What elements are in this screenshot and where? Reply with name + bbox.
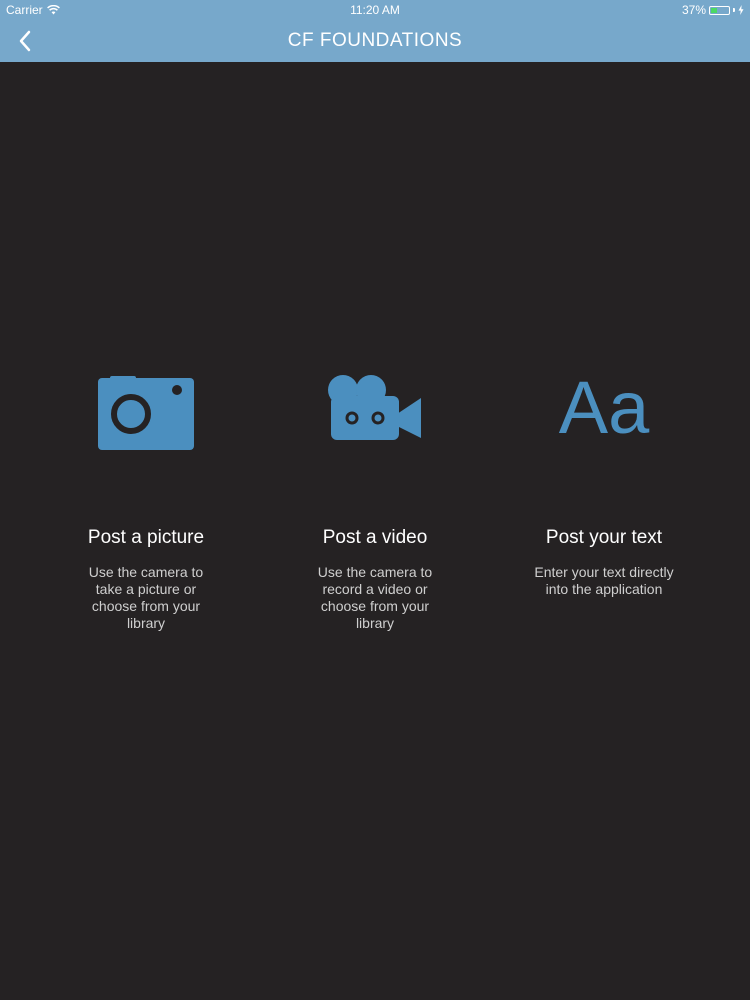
status-bar: Carrier 11:20 AM 37% [0,0,750,20]
charging-icon [738,5,744,15]
option-icon: Aa [504,360,704,456]
option-title: Post a picture [87,527,205,548]
post-video-option[interactable]: Post a video Use the camera to record a … [275,360,475,632]
nav-bar: CF FOUNDATIONS [0,20,750,62]
option-icon [46,360,246,456]
battery-percent: 37% [681,3,706,17]
option-description: Use the camera to take a picture or choo… [88,564,204,631]
camera-icon [98,376,194,450]
battery-cap [733,8,735,12]
option-icon [275,360,475,456]
option-description: Use the camera to record a video or choo… [317,564,433,631]
status-battery: 37% [682,3,744,17]
video-camera-icon [328,375,421,440]
header: Carrier 11:20 AM 37% CF FOUNDATIONS [0,0,750,62]
option-title: Post your text [545,527,663,548]
text-icon: Aa [558,366,650,449]
post-text-option[interactable]: Aa Post your text Enter your text direct… [504,360,704,598]
option-title: Post a video [322,527,428,548]
battery-fill [711,7,718,13]
page-title: CF FOUNDATIONS [287,30,463,51]
post-picture-option[interactable]: Post a picture Use the camera to take a … [46,360,246,632]
status-time: 11:20 AM [350,3,400,17]
option-description: Enter your text directly into the applic… [534,564,674,597]
battery-icon [709,5,730,15]
